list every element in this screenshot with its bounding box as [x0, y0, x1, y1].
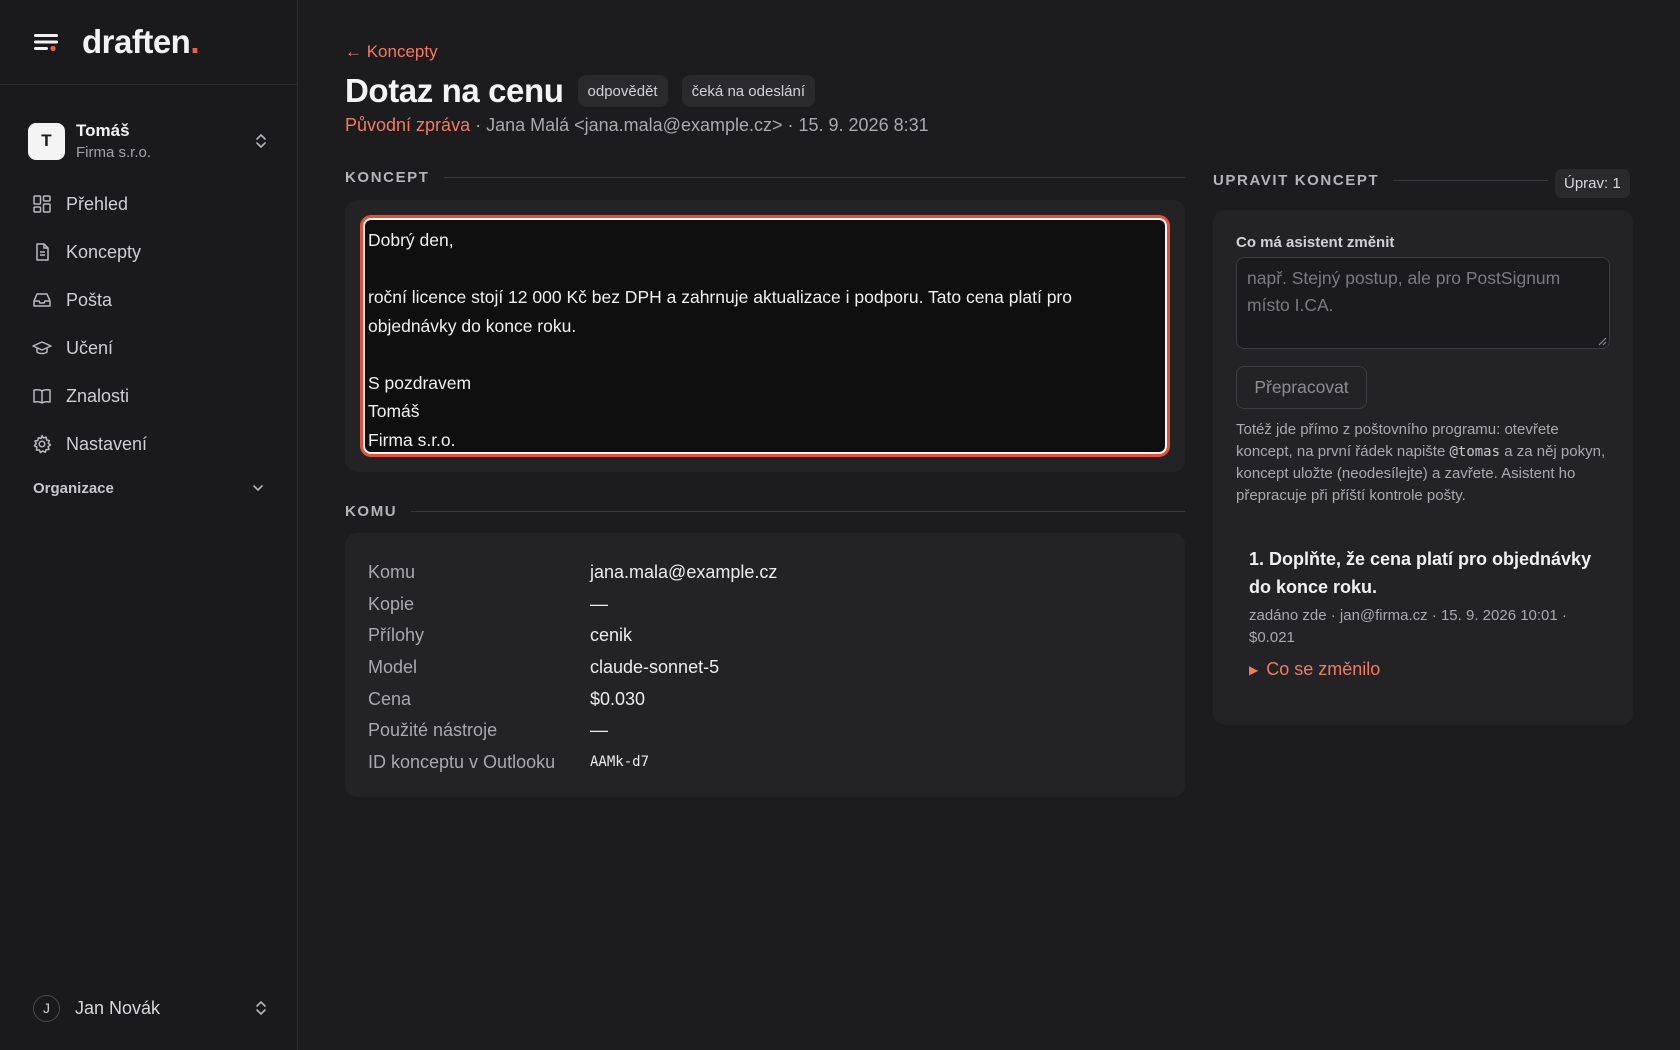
book-icon [33, 388, 51, 404]
edit-instruction: 1. Doplňte, že cena platí pro objednávky… [1249, 549, 1592, 597]
sidebar-nav: Přehled Koncepty Pošta Učení Znalosti Na… [0, 186, 297, 462]
detail-row: Kopie — [368, 589, 1185, 621]
account-avatar: T [28, 122, 65, 160]
sidebar-item-prehled[interactable]: Přehled [20, 186, 277, 222]
draft-card: Dobrý den, roční licence stojí 12 000 Kč… [345, 200, 1185, 472]
organization-section-toggle[interactable]: Organizace [33, 476, 265, 500]
account-switcher[interactable]: T Tomáš Firma s.r.o. [0, 116, 297, 166]
sidebar-item-label: Přehled [66, 193, 129, 214]
draft-line [368, 255, 1162, 284]
sidebar-item-label: Nastavení [66, 433, 148, 454]
sidebar: draften. T Tomáš Firma s.r.o. Přehled Ko… [0, 0, 298, 1050]
draft-section-label: KONCEPT [345, 169, 430, 186]
edit-section-label: UPRAVIT KONCEPT [1213, 172, 1380, 189]
user-menu[interactable]: J Jan Novák [33, 993, 269, 1023]
detail-key: Cena [368, 688, 412, 709]
gear-icon [33, 434, 52, 454]
document-icon [36, 243, 49, 261]
detail-value: $0.030 [590, 688, 646, 709]
chevron-up-down-icon [256, 1001, 266, 1015]
detail-row: Cena $0.030 [368, 683, 1185, 715]
page-title: Dotaz na cenu [345, 72, 564, 109]
sidebar-item-label: Znalosti [66, 385, 130, 406]
sidebar-item-znalosti[interactable]: Znalosti [20, 378, 277, 414]
edit-history-item: 1. Doplňte, že cena platí pro objednávky… [1236, 545, 1610, 680]
resize-handle-icon[interactable] [1597, 336, 1607, 346]
draft-line: roční licence stojí 12 000 Kč bez DPH a … [368, 287, 1072, 307]
status-badge: čeká na odeslání [681, 75, 816, 107]
message-sender-date: · Jana Malá <jana.mala@example.cz> · 15.… [470, 115, 929, 135]
account-name: Tomáš [76, 120, 130, 140]
show-changes-toggle[interactable]: ▶ Co se změnilo [1249, 659, 1610, 680]
rework-button[interactable]: Přepracovat [1236, 366, 1367, 409]
help-command: @tomas [1449, 444, 1501, 460]
recipients-section-label: KOMU [345, 503, 398, 520]
detail-value: AAMk-d7 [590, 754, 650, 771]
graduation-cap-icon [32, 341, 52, 355]
draft-line: S pozdravem [368, 372, 472, 393]
draft-line: Dobrý den, [368, 230, 454, 250]
detail-value: claude-sonnet-5 [590, 657, 720, 678]
detail-row: Přílohy cenik [368, 620, 1185, 652]
detail-key: Přílohy [368, 625, 425, 646]
draft-section-header: KONCEPT [345, 169, 1185, 186]
detail-key: ID konceptu v Outlooku [368, 751, 556, 772]
detail-value: — [590, 593, 608, 614]
sidebar-item-label: Koncepty [66, 241, 142, 262]
edits-count-badge: Úprav: 1 [1555, 169, 1630, 198]
detail-value: jana.mala@example.cz [590, 562, 778, 583]
instruction-label: Co má asistent změnit [1236, 234, 1395, 251]
email-client-help: Totéž jde přímo z poštovního programu: o… [1236, 419, 1610, 507]
detail-key: Model [368, 657, 418, 678]
sidebar-item-nastaveni[interactable]: Nastavení [20, 426, 277, 462]
detail-row: ID konceptu v Outlooku AAMk-d7 [368, 747, 1185, 779]
detail-row: Komu jana.mala@example.cz [368, 557, 1185, 589]
sidebar-item-koncepty[interactable]: Koncepty [20, 234, 277, 270]
detail-key: Komu [368, 562, 416, 583]
sidebar-item-label: Pošta [66, 289, 113, 310]
edit-draft-card: Co má asistent změnit např. Stejný postu… [1213, 210, 1633, 725]
brand-bar: draften. [0, 0, 297, 85]
sidebar-item-label: Učení [66, 337, 114, 358]
logo[interactable]: draften. [82, 23, 199, 61]
back-to-drafts-link[interactable]: ← Koncepty [345, 42, 438, 62]
show-changes-label: Co se změnilo [1266, 659, 1381, 679]
detail-key: Použité nástroje [368, 720, 498, 741]
detail-row: Použité nástroje — [368, 715, 1185, 747]
instruction-input[interactable]: např. Stejný postup, ale pro PostSignum … [1236, 257, 1610, 349]
organization-label: Organizace [33, 479, 114, 497]
user-avatar: J [33, 994, 60, 1022]
detail-value: — [590, 720, 608, 741]
type-badge: odpovědět [577, 75, 668, 107]
detail-row: Model claude-sonnet-5 [368, 652, 1185, 684]
account-org: Firma s.r.o. [76, 143, 152, 161]
detail-key: Kopie [368, 593, 415, 614]
dashboard-icon [33, 195, 51, 213]
chevron-down-icon [253, 485, 263, 491]
detail-value: cenik [590, 625, 633, 646]
recipients-card: Komu jana.mala@example.cz Kopie — Příloh… [345, 533, 1185, 797]
draft-line: Firma s.r.o. [368, 429, 456, 450]
recipients-section-header: KOMU [345, 503, 1185, 520]
edit-meta: zadáno zde · jan@firma.cz · 15. 9. 2026 … [1249, 607, 1567, 646]
caret-right-icon: ▶ [1249, 662, 1259, 677]
sidebar-item-uceni[interactable]: Učení [20, 330, 277, 366]
inbox-icon [33, 293, 51, 307]
sidebar-item-posta[interactable]: Pošta [20, 282, 277, 318]
main-content: ← Koncepty Dotaz na cenu odpovědět čeká … [345, 0, 1680, 1050]
instruction-placeholder: např. Stejný postup, ale pro PostSignum … [1247, 268, 1561, 315]
message-meta: Původní zpráva · Jana Malá <jana.mala@ex… [345, 115, 929, 136]
user-name: Jan Novák [75, 997, 161, 1018]
menu-icon[interactable] [32, 30, 60, 54]
draft-body-editor[interactable]: Dobrý den, roční licence stojí 12 000 Kč… [363, 218, 1167, 454]
draft-line: objednávky do konce roku. [368, 315, 577, 336]
original-message-link[interactable]: Původní zpráva [345, 115, 470, 135]
draft-line: Tomáš [368, 401, 420, 421]
chevron-up-down-icon [256, 134, 266, 148]
draft-line [368, 340, 1162, 369]
